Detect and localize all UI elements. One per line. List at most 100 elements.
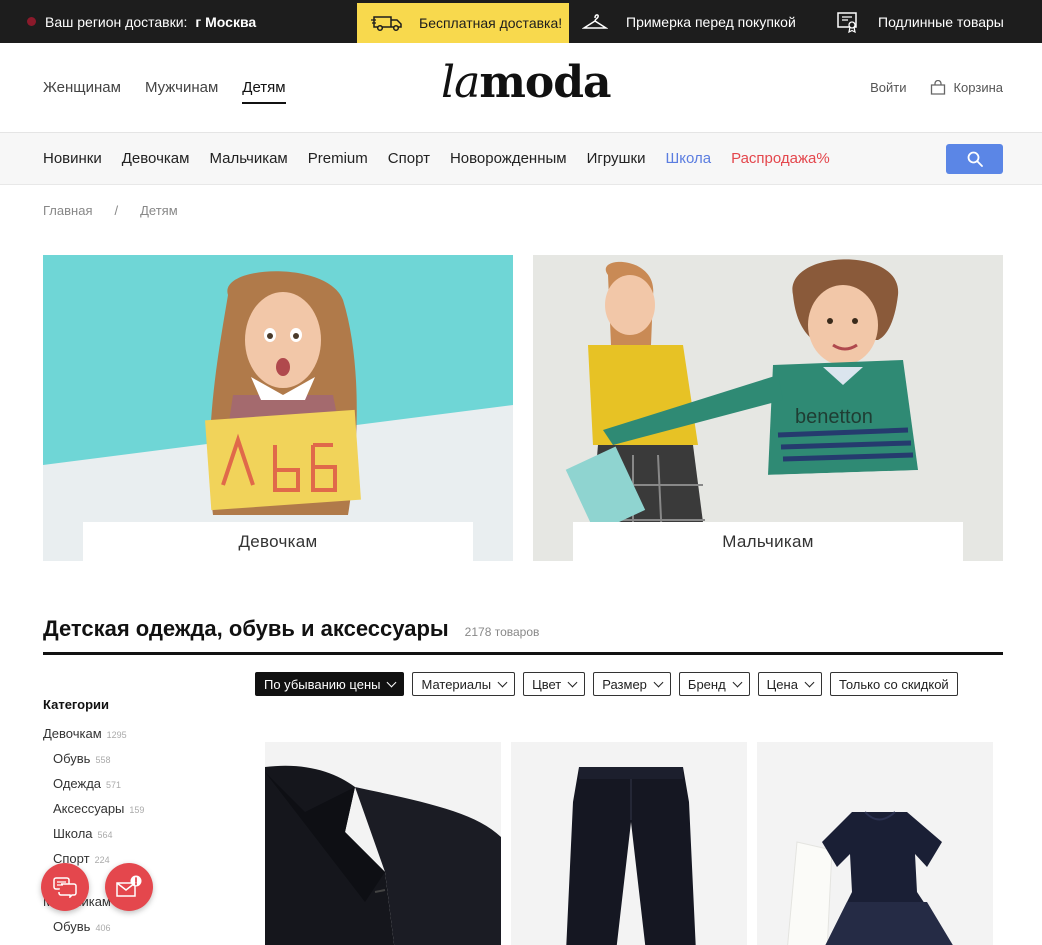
- sidebar-item-label: Обувь: [53, 919, 91, 934]
- product-card[interactable]: [757, 742, 993, 945]
- sidebar-item-label: Одежда: [53, 776, 102, 791]
- shopping-bag-icon: [931, 80, 946, 95]
- sidebar-item-girls-accessories[interactable]: Аксессуары 159: [43, 801, 243, 826]
- logo-moda: moda: [479, 57, 611, 108]
- chevron-down-icon: [732, 677, 743, 687]
- authentic-text: Подлинные товары: [878, 13, 1004, 30]
- contact-mail-button[interactable]: [105, 863, 153, 911]
- gender-kids-link[interactable]: Детям: [242, 79, 286, 104]
- chat-icon: [53, 877, 77, 898]
- catalog-title: Детская одежда, обувь и аксессуары: [43, 616, 449, 641]
- product-card[interactable]: [265, 742, 501, 945]
- product-image-blazer: [265, 742, 501, 945]
- chevron-down-icon: [653, 677, 664, 687]
- chat-button[interactable]: [41, 863, 89, 911]
- sidebar-item-label: Аксессуары: [53, 801, 125, 816]
- nav-new[interactable]: Новинки: [43, 150, 102, 167]
- hanger-icon: [582, 13, 608, 29]
- free-delivery-promo[interactable]: Бесплатная доставка!: [357, 3, 569, 43]
- color-filter[interactable]: Цвет: [523, 672, 586, 696]
- catalog-divider: [43, 652, 1003, 655]
- sidebar-item-girls-school[interactable]: Школа 564: [43, 826, 243, 851]
- sidebar-item-label: Девочкам: [43, 726, 102, 741]
- category-nav: Новинки Девочкам Мальчикам Premium Спорт…: [0, 133, 1042, 185]
- catalog-header: Детская одежда, обувь и аксессуары 2178 …: [43, 616, 539, 642]
- region-dot-icon: [27, 17, 36, 26]
- sidebar-item-count: 1295: [106, 730, 127, 740]
- fitting-text: Примерка перед покупкой: [626, 13, 796, 30]
- brand-filter[interactable]: Бренд: [678, 672, 750, 696]
- filter-bar: По убыванию цены Материалы Цвет Размер Б…: [255, 672, 958, 696]
- discount-only-toggle[interactable]: Только со скидкой: [829, 672, 958, 696]
- chevron-down-icon: [804, 677, 815, 687]
- gender-women-link[interactable]: Женщинам: [43, 79, 121, 104]
- breadcrumb-separator: /: [114, 203, 119, 218]
- sidebar-item-girls[interactable]: Девочкам 1295: [43, 726, 243, 751]
- sidebar-item-count: 564: [97, 830, 113, 840]
- sidebar-item-count: 571: [106, 780, 122, 790]
- sidebar-item-girls-clothing[interactable]: Одежда 571: [43, 776, 243, 801]
- cart-label: Корзина: [953, 80, 1003, 95]
- gender-nav: Женщинам Мужчинам Детям: [43, 79, 286, 104]
- price-filter[interactable]: Цена: [757, 672, 822, 696]
- login-link[interactable]: Войти: [870, 80, 906, 95]
- authentic-perk[interactable]: Подлинные товары: [836, 0, 1004, 43]
- certificate-icon: [837, 11, 857, 33]
- size-label: Размер: [602, 676, 647, 692]
- breadcrumb: Главная / Детям: [43, 203, 178, 218]
- product-image-dress: [757, 742, 993, 945]
- sidebar-item-girls-shoes[interactable]: Обувь 558: [43, 751, 243, 776]
- lamoda-logo[interactable]: lamoda: [441, 57, 612, 108]
- mail-alert-icon: [116, 875, 142, 897]
- nav-sale[interactable]: Распродажа%: [731, 150, 830, 167]
- top-info-bar: Ваш регион доставки: г Москва Бесплатная…: [0, 0, 1042, 43]
- sidebar-item-label: Обувь: [53, 751, 91, 766]
- account-links: Войти Корзина: [870, 80, 1003, 95]
- nav-premium[interactable]: Premium: [308, 150, 368, 167]
- chevron-down-icon: [567, 677, 578, 687]
- materials-filter[interactable]: Материалы: [412, 672, 516, 696]
- size-filter[interactable]: Размер: [593, 672, 671, 696]
- product-card[interactable]: [511, 742, 747, 945]
- nav-newborn[interactable]: Новорожденным: [450, 150, 567, 167]
- nav-sport[interactable]: Спорт: [388, 150, 430, 167]
- discount-only-label: Только со скидкой: [838, 676, 949, 692]
- girls-banner-image: [43, 255, 513, 561]
- sort-dropdown[interactable]: По убыванию цены: [255, 672, 405, 696]
- materials-label: Материалы: [421, 676, 492, 692]
- sidebar-item-count: 159: [129, 805, 145, 815]
- product-image-trousers: [511, 742, 747, 945]
- sidebar-item-count: 224: [94, 855, 110, 865]
- sidebar-item-label: Школа: [53, 826, 93, 841]
- site-header: Женщинам Мужчинам Детям lamoda Войти Кор…: [0, 43, 1042, 133]
- price-label: Цена: [766, 676, 798, 692]
- cart-link[interactable]: Корзина: [930, 80, 1003, 95]
- sidebar-item-boys-shoes[interactable]: Обувь 406: [43, 919, 243, 944]
- gender-men-link[interactable]: Мужчинам: [145, 79, 218, 104]
- sidebar-heading: Категории: [43, 697, 110, 712]
- logo-la: la: [441, 57, 480, 108]
- breadcrumb-home[interactable]: Главная: [43, 203, 92, 218]
- search-button[interactable]: [946, 144, 1003, 174]
- nav-boys[interactable]: Мальчикам: [209, 150, 287, 167]
- boys-banner[interactable]: benetton Мальчикам: [533, 255, 1003, 561]
- nav-toys[interactable]: Игрушки: [587, 150, 646, 167]
- sidebar-item-count: 558: [95, 755, 111, 765]
- region-city[interactable]: г Москва: [195, 14, 256, 30]
- girls-banner[interactable]: Девочкам: [43, 255, 513, 561]
- promo-text: Бесплатная доставка!: [419, 15, 563, 31]
- fitting-perk[interactable]: Примерка перед покупкой: [582, 0, 796, 43]
- boys-banner-image: benetton: [533, 255, 1003, 561]
- sort-label: По убыванию цены: [264, 676, 381, 692]
- breadcrumb-current: Детям: [140, 203, 178, 218]
- product-count: 2178 товаров: [464, 625, 540, 639]
- boys-banner-label[interactable]: Мальчикам: [573, 522, 963, 561]
- girls-banner-label[interactable]: Девочкам: [83, 522, 473, 561]
- region-label: Ваш регион доставки:: [45, 13, 188, 30]
- brand-label: Бренд: [687, 676, 726, 692]
- delivery-region[interactable]: Ваш регион доставки: г Москва: [27, 0, 256, 43]
- svg-text:benetton: benetton: [795, 406, 873, 428]
- nav-school[interactable]: Школа: [665, 150, 711, 167]
- chevron-down-icon: [497, 677, 508, 687]
- nav-girls[interactable]: Девочкам: [122, 150, 190, 167]
